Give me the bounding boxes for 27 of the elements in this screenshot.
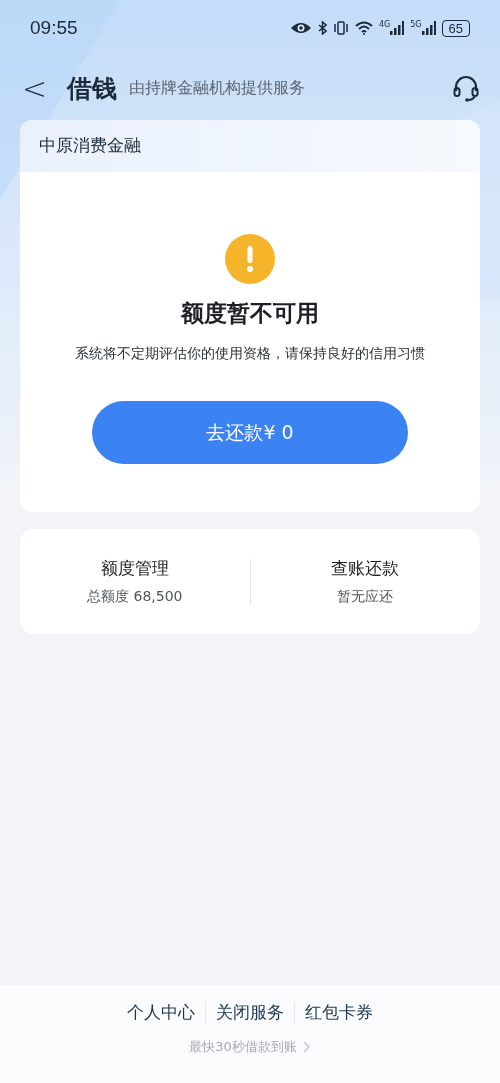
summary-link[interactable]: 额度管理 (100, 557, 169, 580)
headset-icon (452, 74, 480, 102)
repay-button[interactable]: 去还款¥ 0 (92, 401, 408, 464)
wifi-icon (354, 21, 373, 35)
warning-icon (225, 234, 275, 284)
summary-detail: 暂无应还 (337, 588, 394, 606)
network-label: 4G (378, 21, 391, 29)
battery-icon: 65 (441, 19, 470, 37)
page-title: 借钱 (67, 72, 118, 105)
bluetooth-icon (317, 21, 327, 35)
footer-link[interactable]: 关闭服务 (206, 1001, 294, 1024)
eye-icon (289, 21, 312, 35)
page-subtitle: 由持牌金融机构提供服务 (129, 77, 306, 99)
signal-icon (421, 21, 436, 35)
footer-link[interactable]: 个人中心 (117, 1001, 205, 1024)
summary-detail: 总额度 68,500 (87, 588, 183, 606)
back-button[interactable]: < (14, 70, 56, 106)
network-label: 5G (410, 21, 422, 29)
summary-link[interactable]: 查账还款 (331, 557, 400, 580)
lender-name: 中原消费金融 (20, 120, 480, 172)
status-title: 额度暂不可用 (181, 299, 319, 328)
vibrate-icon (332, 21, 349, 35)
signal-icon (390, 21, 405, 35)
footer-link[interactable]: 红包卡券 (295, 1001, 383, 1024)
clock-time: 09:55 (30, 17, 78, 39)
status-message: 系统将不定期评估你的使用资格，请保持良好的信用习惯 (75, 345, 425, 363)
chevron-right-icon (302, 1041, 311, 1053)
